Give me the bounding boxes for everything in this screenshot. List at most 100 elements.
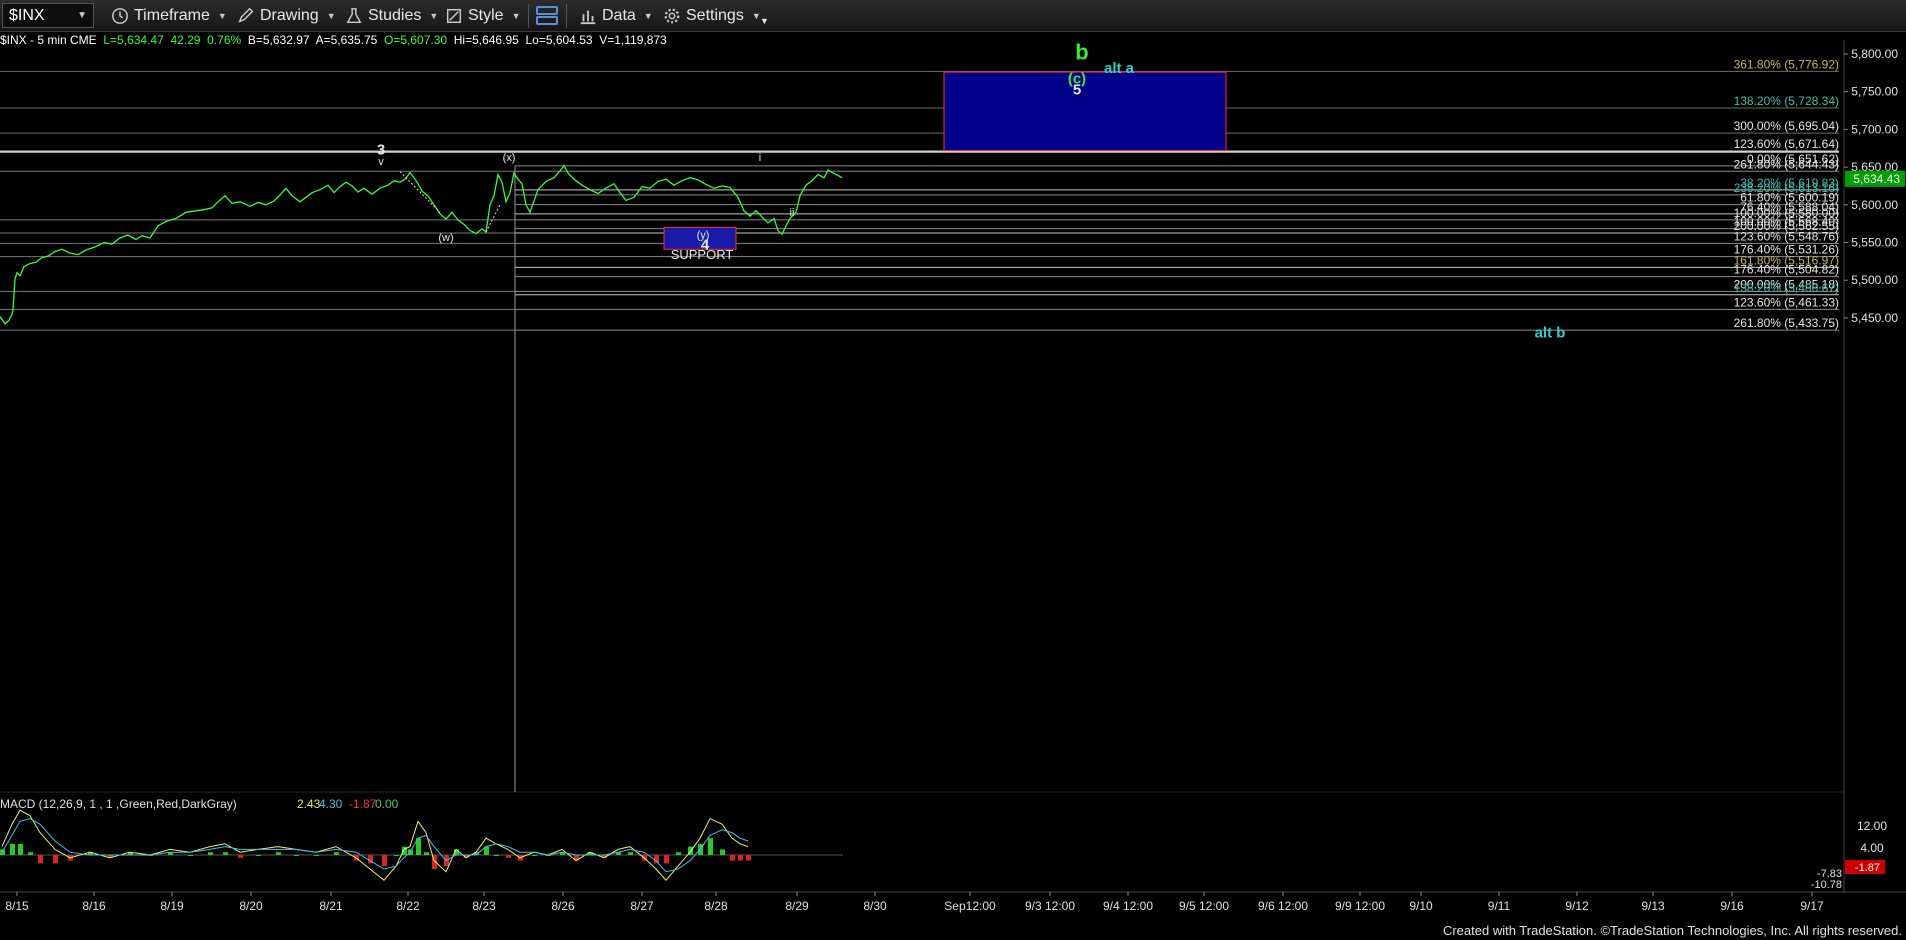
toolbar-overflow-arrow[interactable]: ▼ [760, 10, 769, 32]
studies-button[interactable]: Studies ▼ [344, 5, 438, 27]
toolbar-divider [528, 4, 529, 28]
macd-histogram-bar [746, 855, 751, 861]
time-axis-label: 9/17 [1800, 899, 1824, 913]
macd-histogram-bar [664, 855, 669, 864]
flask-icon [346, 8, 362, 24]
time-axis-label: 9/13 [1641, 899, 1665, 913]
wave-label: v [378, 156, 384, 168]
macd-histogram-bar [28, 852, 33, 855]
macd-histogram-bar [208, 852, 213, 855]
toolbar: $INX ▼ Timeframe ▼ Drawing ▼ Studies ▼ S… [0, 0, 1906, 32]
macd-histogram-bar [223, 852, 228, 855]
price-axis-label: 5,600.00 [1851, 198, 1898, 212]
macd-histogram-bar [708, 838, 713, 855]
drawing-label: Drawing [260, 7, 319, 24]
time-axis-label: 8/29 [785, 899, 809, 913]
wave-label: SUPPORT [671, 247, 734, 262]
price-chart[interactable]: 361.80% (5,776.92) 138.20% (5,728.34) 300.… [0, 32, 1906, 922]
macd-last-label: -10.78 [1811, 879, 1842, 891]
time-axis-label: 8/19 [160, 899, 184, 913]
wave-connector [399, 171, 441, 213]
settings-button[interactable]: Settings ▼ [662, 5, 761, 27]
time-axis-label: 8/28 [704, 899, 728, 913]
price-axis-label: 5,500.00 [1851, 273, 1898, 287]
macd-histogram-bar [53, 855, 58, 864]
layout-icon [536, 6, 558, 25]
time-axis-label: 8/15 [5, 899, 29, 913]
wave-label: (w) [438, 232, 453, 244]
data-label: Data [602, 7, 636, 24]
price-axis-label: 5,750.00 [1851, 85, 1898, 99]
macd-histogram-bar [256, 855, 261, 856]
macd-histogram-bar [238, 855, 243, 858]
bar-chart-icon [580, 10, 596, 25]
studies-label: Studies [368, 7, 422, 24]
macd-histogram-bar [334, 852, 339, 855]
time-axis-label: 9/6 12:00 [1258, 899, 1308, 913]
time-axis-label: 8/27 [630, 899, 654, 913]
macd-readout: 2.43 [297, 797, 321, 811]
wave-label: b [1075, 39, 1088, 64]
macd-histogram-bar [720, 849, 725, 855]
clock-icon [112, 8, 128, 24]
pencil-icon [238, 7, 254, 23]
fib-level-label: 123.60% (5,671.64) [1734, 137, 1839, 151]
layout-button[interactable] [534, 5, 564, 27]
fib-level-label: 261.80% (5,644.43) [1734, 157, 1839, 171]
macd-histogram-bar [506, 855, 511, 858]
wave-label: 5 [1073, 82, 1081, 99]
symbol-value: $INX [9, 7, 45, 24]
fib-level-label: 176.40% (5,504.82) [1734, 263, 1839, 277]
macd-histogram-bar [676, 852, 681, 855]
chevron-down-icon: ▼ [511, 11, 521, 21]
macd-histogram-bar [188, 855, 193, 856]
fib-level-label: 138.20% (5,728.34) [1734, 94, 1839, 108]
macd-histogram-bar [294, 855, 299, 856]
chevron-down-icon: ▼ [429, 11, 439, 21]
time-axis-label: 8/23 [472, 899, 496, 913]
macd-last-tag-label: -1.87 [1855, 862, 1880, 874]
chevron-down-icon: ▼ [217, 11, 227, 21]
symbol-selector[interactable]: $INX ▼ [2, 3, 94, 28]
macd-histogram-bar [730, 855, 735, 861]
footer-copyright: Created with TradeStation. ©TradeStation… [1442, 923, 1902, 938]
fib-level-label: 361.80% (5,776.92) [1734, 57, 1839, 71]
style-button[interactable]: Style ▼ [444, 5, 521, 27]
macd-histogram-bar [738, 855, 743, 861]
macd-axis-label: 12.00 [1857, 819, 1887, 833]
fib-level-label: 300.00% (5,695.04) [1734, 119, 1839, 133]
time-axis-label: 8/20 [239, 899, 263, 913]
price-axis-label: 5,550.00 [1851, 236, 1898, 250]
price-axis-label: 5,700.00 [1851, 122, 1898, 136]
macd-histogram-bar [38, 855, 43, 864]
time-axis-label: Sep12:00 [944, 899, 996, 913]
gear-icon [664, 8, 680, 24]
fib-level-label: 261.80% (5,433.75) [1734, 316, 1839, 330]
macd-readout: -1.87 [349, 797, 377, 811]
macd-line [1, 809, 749, 881]
macd-axis-label: 4.00 [1860, 841, 1884, 855]
chevron-down-icon[interactable]: ▼ [77, 4, 87, 27]
macd-histogram-bar [394, 855, 399, 856]
timeframe-label: Timeframe [134, 7, 210, 24]
macd-histogram-bar [314, 855, 319, 856]
wave-label: alt b [1535, 325, 1566, 342]
time-axis-label: 9/4 12:00 [1103, 899, 1153, 913]
wave-label: i [759, 152, 761, 164]
drawing-button[interactable]: Drawing ▼ [236, 5, 336, 27]
timeframe-button[interactable]: Timeframe ▼ [110, 5, 227, 27]
time-axis-label: 9/11 [1488, 899, 1511, 913]
macd-histogram-bar [494, 855, 499, 856]
time-axis-label: 8/26 [551, 899, 575, 913]
settings-label: Settings [686, 7, 744, 24]
style-icon [446, 8, 462, 24]
time-axis-label: 9/16 [1720, 899, 1744, 913]
chevron-down-icon: ▼ [326, 11, 336, 21]
macd-histogram-bar [532, 855, 537, 856]
time-axis-label: 9/10 [1409, 899, 1433, 913]
wave-label: alt a [1104, 60, 1135, 77]
data-button[interactable]: Data ▼ [578, 5, 653, 27]
fib-level-label: 123.60% (5,461.33) [1734, 295, 1839, 309]
time-axis-label: 9/3 12:00 [1025, 899, 1075, 913]
chevron-down-icon: ▼ [643, 11, 653, 21]
